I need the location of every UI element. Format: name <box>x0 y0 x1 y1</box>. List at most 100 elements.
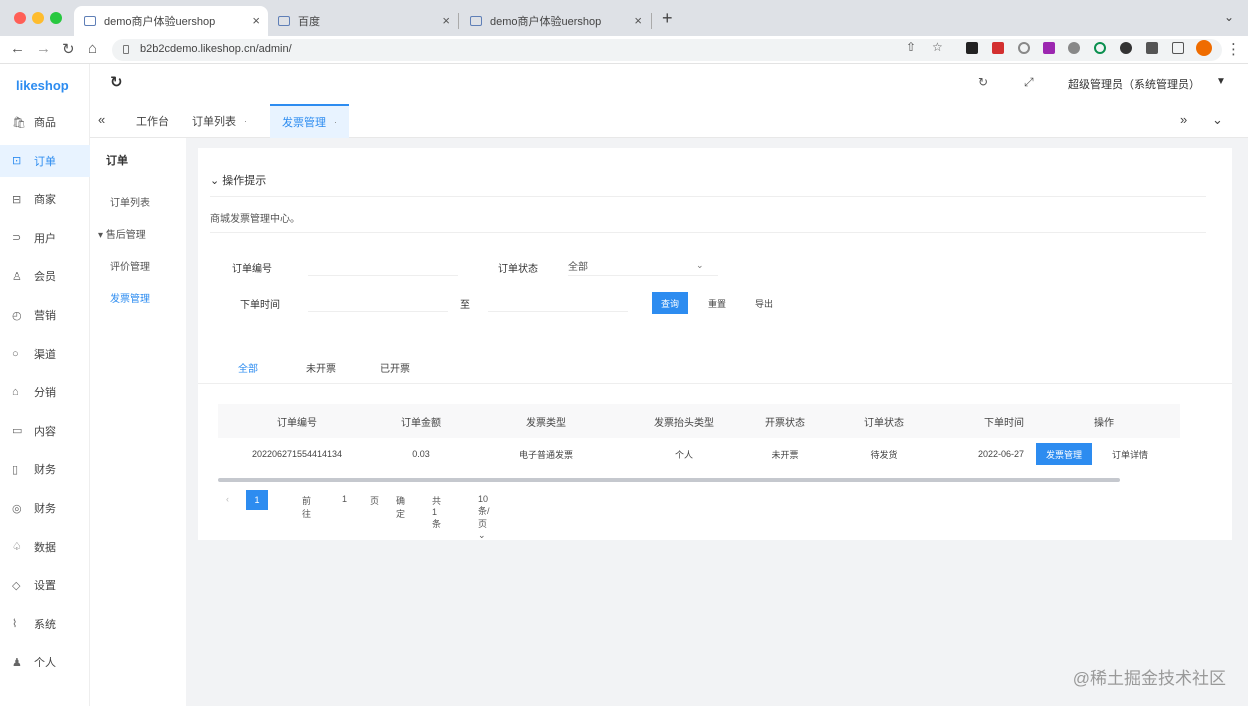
browser-tab-label: demo商户体验uershop <box>104 16 216 28</box>
forward-icon[interactable]: → <box>36 40 51 57</box>
invoice-manage-button[interactable]: 发票管理 <box>1036 443 1092 465</box>
scroll-tabs-right-icon[interactable]: » <box>1180 112 1187 127</box>
extension-icon[interactable] <box>1120 42 1132 54</box>
column-header: 发票抬头类型 <box>626 404 742 438</box>
browser-menu-icon[interactable]: ⋮ <box>1226 40 1241 58</box>
fullscreen-icon[interactable]: ⤢ <box>1024 75 1034 90</box>
export-button[interactable]: 导出 <box>746 292 782 314</box>
extension-icon[interactable] <box>1043 42 1055 54</box>
sidebar-item-member[interactable]: ♙ 会员 <box>0 260 90 292</box>
submenu-item-order-list[interactable]: 订单列表 <box>110 194 150 209</box>
prev-page-button[interactable]: ‹ <box>226 494 229 504</box>
refresh-page-icon[interactable]: ↻ <box>978 75 988 89</box>
close-window-button[interactable] <box>14 12 26 24</box>
close-tab-icon[interactable]: × <box>442 13 450 28</box>
submenu-item-after-sales[interactable]: ▾ 售后管理 <box>98 226 146 241</box>
sidebar-item-data[interactable]: ♤ 数据 <box>0 531 90 563</box>
submenu-item-reviews[interactable]: 评价管理 <box>110 258 150 273</box>
invoice-status-tabs: 全部 未开票 已开票 <box>198 348 1232 384</box>
browser-tab-3[interactable]: demo商户体验uershop × <box>460 6 650 36</box>
sidebar-item-system[interactable]: ⌇ 系统 <box>0 608 90 640</box>
submenu-item-invoices[interactable]: 发票管理 <box>110 290 150 305</box>
main-sidebar: likeshop 🛍 商品 ⊡ 订单 ⊟ 商家 ⊃ 用户 ♙ 会员 ◴ 营销 ○ 渠道 ⌂ 分销 ▭ 内容 ▯ 财务 ◎… <box>0 64 90 706</box>
sidebar-item-channel[interactable]: ○ 渠道 <box>0 338 90 370</box>
refresh-icon[interactable]: ↻ <box>110 73 123 91</box>
close-tab-icon[interactable]: × <box>252 13 260 28</box>
order-no-label: 订单编号 <box>232 264 272 275</box>
sidebar-item-label: 商品 <box>34 117 56 129</box>
bookmark-star-icon[interactable]: ☆ <box>932 40 943 54</box>
page-number-current[interactable]: 1 <box>246 490 268 510</box>
extension-icon[interactable] <box>992 42 1004 54</box>
tab-uninvoiced[interactable]: 未开票 <box>306 360 336 375</box>
tab-search-chevron-icon[interactable]: ⌄ <box>1224 10 1234 24</box>
browser-tab-1[interactable]: demo商户体验uershop × <box>74 6 268 36</box>
sidebar-item-label: 用户 <box>34 232 56 245</box>
sidebar-item-label: 财务 <box>34 503 56 515</box>
sidebar-item-finance-2[interactable]: ◎ 财务 <box>0 492 90 524</box>
page-tab-invoices[interactable]: 发票管理 · <box>270 104 349 138</box>
sidebar-item-content[interactable]: ▭ 内容 <box>0 415 90 447</box>
extension-icon[interactable] <box>966 42 978 54</box>
extensions-puzzle-icon[interactable] <box>1146 42 1158 54</box>
submenu-item-label: 售后管理 <box>105 230 146 241</box>
minimize-window-button[interactable] <box>32 12 44 24</box>
share-icon[interactable]: ⇧ <box>906 40 916 54</box>
new-tab-icon[interactable]: + <box>662 8 673 29</box>
query-button[interactable]: 查询 <box>652 292 688 314</box>
reset-button[interactable]: 重置 <box>700 292 734 314</box>
extension-icon[interactable] <box>1018 42 1030 54</box>
page-favicon-icon <box>278 16 290 26</box>
home-icon[interactable]: ⌂ <box>88 40 97 57</box>
column-header: 发票类型 <box>466 404 626 438</box>
page-tab-workbench[interactable]: 工作台 <box>124 104 181 138</box>
close-tab-icon[interactable]: · <box>334 117 337 127</box>
sidebar-item-user[interactable]: ⊃ 用户 <box>0 222 90 254</box>
page-size-select[interactable]: 10 条/页 ⌄ <box>478 494 490 541</box>
user-menu[interactable]: 超级管理员（系统管理员） <box>1068 76 1200 92</box>
sidepanel-icon[interactable] <box>1172 42 1184 54</box>
maximize-window-button[interactable] <box>50 12 62 24</box>
sidebar-channel-icon: ○ <box>12 347 19 360</box>
order-no-input[interactable] <box>308 252 458 276</box>
sidebar-item-distribution[interactable]: ⌂ 分销 <box>0 376 90 408</box>
reload-icon[interactable]: ↻ <box>62 40 75 58</box>
order-detail-button[interactable]: 订单详情 <box>1102 443 1158 465</box>
caret-down-icon[interactable]: ▼ <box>1216 76 1226 87</box>
caret-down-icon: ▾ <box>98 230 106 241</box>
goto-page-input[interactable]: 1 <box>342 494 347 504</box>
tabs-dropdown-icon[interactable]: ⌄ <box>1212 112 1223 128</box>
close-tab-icon[interactable]: · <box>244 116 247 126</box>
column-header: 订单状态 <box>828 404 940 438</box>
sidebar-item-goods[interactable]: 🛍 商品 <box>0 106 90 138</box>
tab-invoiced[interactable]: 已开票 <box>380 360 410 375</box>
collapse-tabs-icon[interactable]: « <box>98 112 105 127</box>
url-input[interactable]: b2b2cdemo.likeshop.cn/admin/ <box>112 39 1222 61</box>
sidebar-item-finance[interactable]: ▯ 财务 <box>0 453 90 485</box>
extension-icon[interactable] <box>1068 42 1080 54</box>
tab-all[interactable]: 全部 <box>238 360 258 375</box>
close-tab-icon[interactable]: × <box>634 13 642 28</box>
sidebar-item-personal[interactable]: ♟ 个人 <box>0 646 90 678</box>
column-header: 操作 <box>1028 404 1180 438</box>
tip-header[interactable]: ⌄ 操作提示 <box>210 172 266 188</box>
profile-avatar[interactable] <box>1196 40 1212 56</box>
start-date-input[interactable] <box>308 288 448 312</box>
browser-tab-2[interactable]: 百度 × <box>268 6 458 36</box>
sidebar-item-label: 渠道 <box>34 348 56 361</box>
column-header: 订单金额 <box>376 404 466 438</box>
sidebar-item-order[interactable]: ⊡ 订单 <box>0 144 90 177</box>
page-tab-order-list[interactable]: 订单列表 · <box>180 104 259 138</box>
sidebar-item-settings[interactable]: ◇ 设置 <box>0 569 90 601</box>
sidebar-item-marketing[interactable]: ◴ 营销 <box>0 299 90 331</box>
sidebar-goods-icon: 🛍 <box>12 116 26 129</box>
sidebar-item-merchant[interactable]: ⊟ 商家 <box>0 183 90 215</box>
goto-confirm-button[interactable]: 确定 <box>396 494 405 520</box>
horizontal-scrollbar[interactable] <box>218 478 1120 482</box>
back-icon[interactable]: ← <box>10 40 25 57</box>
sidebar-item-label: 营销 <box>34 310 56 322</box>
end-date-input[interactable] <box>488 288 628 312</box>
sidebar-system-icon: ⌇ <box>12 618 18 631</box>
extension-icon[interactable] <box>1094 42 1106 54</box>
total-count: 共 1 条 <box>432 496 442 529</box>
